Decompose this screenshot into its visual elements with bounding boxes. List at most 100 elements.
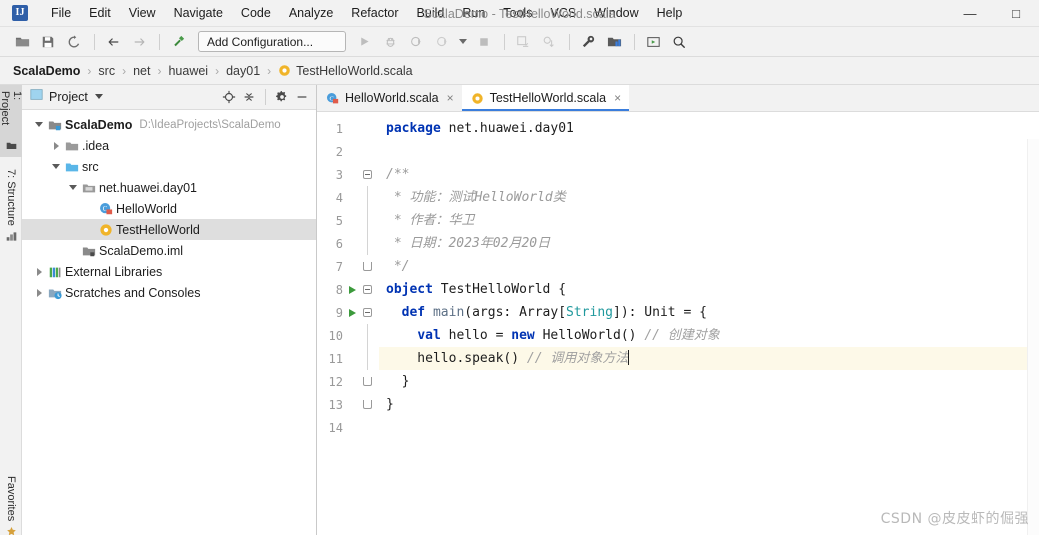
hide-panel-icon[interactable] — [292, 87, 312, 107]
tree-node-helloworld[interactable]: C HelloWorld — [22, 198, 316, 219]
open-folder-icon[interactable] — [10, 30, 34, 54]
sync-icon[interactable] — [62, 30, 86, 54]
gutter-line[interactable]: 6 — [317, 232, 379, 255]
gutter-line[interactable]: 1 — [317, 117, 379, 140]
gutter-line[interactable]: 2 — [317, 140, 379, 163]
gutter-line[interactable]: 3 — [317, 163, 379, 186]
breadcrumb-item-src[interactable]: src — [98, 64, 115, 78]
chevron-right-icon[interactable] — [32, 267, 46, 276]
forward-arrow-icon[interactable] — [127, 30, 151, 54]
code-line[interactable] — [379, 140, 1039, 163]
menu-item-view[interactable]: View — [120, 4, 165, 22]
code-line[interactable]: package net.huawei.day01 — [379, 117, 1039, 140]
save-all-icon[interactable] — [36, 30, 60, 54]
search-everywhere-icon[interactable] — [667, 30, 691, 54]
close-icon[interactable]: × — [614, 91, 621, 105]
editor-gutter[interactable]: 1 2 3 4 5 6 7 8 9 10 11 12 13 14 — [317, 112, 379, 535]
breadcrumb-item-huawei[interactable]: huawei — [168, 64, 208, 78]
editor-tab-helloworld-scala[interactable]: C HelloWorld.scala × — [317, 85, 462, 111]
menu-item-edit[interactable]: Edit — [80, 4, 120, 22]
editor-tab-testhelloworld-scala[interactable]: TestHelloWorld.scala × — [461, 85, 630, 111]
menu-item-navigate[interactable]: Navigate — [165, 4, 232, 22]
breadcrumb-item-scalademo[interactable]: ScalaDemo — [13, 64, 80, 78]
code-line[interactable]: } — [379, 370, 1039, 393]
gutter-line[interactable]: 8 — [317, 278, 379, 301]
gutter-line[interactable]: 4 — [317, 186, 379, 209]
gutter-line[interactable]: 9 — [317, 301, 379, 324]
fold-marker-icon[interactable] — [359, 400, 375, 409]
add-configuration-button[interactable]: Add Configuration... — [198, 31, 346, 52]
locate-target-icon[interactable] — [219, 87, 239, 107]
build-hammer-icon[interactable] — [166, 30, 190, 54]
fold-marker-icon[interactable] — [359, 285, 375, 294]
sidebar-item-structure[interactable]: 7: Structure — [0, 163, 22, 249]
gutter-line[interactable]: 14 — [317, 416, 379, 439]
tree-node-external-libraries[interactable]: External Libraries — [22, 261, 316, 282]
menu-item-analyze[interactable]: Analyze — [280, 4, 342, 22]
run-gutter-icon[interactable] — [345, 285, 359, 294]
breadcrumb-item-day01[interactable]: day01 — [226, 64, 260, 78]
settings-wrench-icon[interactable] — [576, 30, 600, 54]
fold-marker-icon[interactable] — [359, 170, 375, 179]
code-line[interactable]: hello.speak() // 调用对象方法 — [379, 347, 1039, 370]
menu-item-run[interactable]: Run — [453, 4, 494, 22]
chevron-right-icon[interactable] — [49, 141, 63, 150]
code-line[interactable]: /** — [379, 163, 1039, 186]
run-with-coverage-icon[interactable] — [404, 30, 428, 54]
breadcrumb-item-testhelloworld-scala[interactable]: TestHelloWorld.scala — [278, 64, 413, 78]
fold-marker-icon[interactable] — [359, 262, 375, 271]
gutter-line[interactable]: 11 — [317, 347, 379, 370]
tree-node--idea[interactable]: .idea — [22, 135, 316, 156]
menu-item-help[interactable]: Help — [648, 4, 692, 22]
chevron-right-icon[interactable] — [32, 288, 46, 297]
code-line[interactable]: * 作者：华卫 — [379, 209, 1039, 232]
menu-item-window[interactable]: Window — [585, 4, 647, 22]
code-line[interactable]: */ — [379, 255, 1039, 278]
debug-icon[interactable] — [378, 30, 402, 54]
tree-node-testhelloworld[interactable]: TestHelloWorld — [22, 219, 316, 240]
code-editor[interactable]: 1 2 3 4 5 6 7 8 9 10 11 12 13 14 package net.huawei.d… — [317, 112, 1039, 535]
sidebar-item-favorites[interactable]: Favorites — [0, 470, 22, 535]
editor-scrollbar[interactable] — [1027, 139, 1039, 535]
project-structure-icon[interactable] — [602, 30, 626, 54]
settings-gear-icon[interactable] — [272, 87, 292, 107]
code-content[interactable]: package net.huawei.day01 /** * 功能：测试Hello… — [379, 112, 1039, 535]
tree-node-scalademo-iml[interactable]: ScalaDemo.iml — [22, 240, 316, 261]
menu-item-tools[interactable]: Tools — [494, 4, 541, 22]
fold-marker-icon[interactable] — [359, 209, 375, 232]
commit-icon[interactable] — [537, 30, 561, 54]
menu-item-code[interactable]: Code — [232, 4, 280, 22]
collapse-all-icon[interactable] — [239, 87, 259, 107]
chevron-down-icon[interactable] — [49, 164, 63, 169]
profile-icon[interactable] — [430, 30, 454, 54]
fold-marker-icon[interactable] — [359, 324, 375, 347]
fold-marker-icon[interactable] — [359, 377, 375, 386]
sidebar-item-project[interactable]: 1: Project — [0, 85, 23, 157]
maximize-button[interactable]: □ — [993, 0, 1039, 27]
chevron-down-icon[interactable] — [94, 93, 103, 102]
run-icon[interactable] — [352, 30, 376, 54]
menu-item-vcs[interactable]: VCS — [541, 4, 585, 22]
tree-node-src[interactable]: src — [22, 156, 316, 177]
gutter-line[interactable]: 12 — [317, 370, 379, 393]
fold-marker-icon[interactable] — [359, 347, 375, 370]
gutter-line[interactable]: 10 — [317, 324, 379, 347]
gutter-line[interactable]: 7 — [317, 255, 379, 278]
code-line[interactable]: * 日期：2023年02月20日 — [379, 232, 1039, 255]
tree-node-scalademo[interactable]: ScalaDemo D:\IdeaProjects\ScalaDemo — [22, 114, 316, 135]
menu-item-refactor[interactable]: Refactor — [342, 4, 407, 22]
chevron-down-icon[interactable] — [66, 185, 80, 190]
dropdown-arrow-icon[interactable] — [456, 30, 470, 54]
fold-marker-icon[interactable] — [359, 308, 375, 317]
update-project-icon[interactable] — [511, 30, 535, 54]
tree-node-scratches-and-consoles[interactable]: Scratches and Consoles — [22, 282, 316, 303]
stop-icon[interactable] — [472, 30, 496, 54]
gutter-line[interactable]: 13 — [317, 393, 379, 416]
fold-marker-icon[interactable] — [359, 232, 375, 255]
chevron-down-icon[interactable] — [32, 122, 46, 127]
code-line[interactable]: } — [379, 393, 1039, 416]
gutter-line[interactable]: 5 — [317, 209, 379, 232]
fold-marker-icon[interactable] — [359, 186, 375, 209]
code-line[interactable]: object TestHelloWorld { — [379, 278, 1039, 301]
close-icon[interactable]: × — [447, 91, 454, 105]
